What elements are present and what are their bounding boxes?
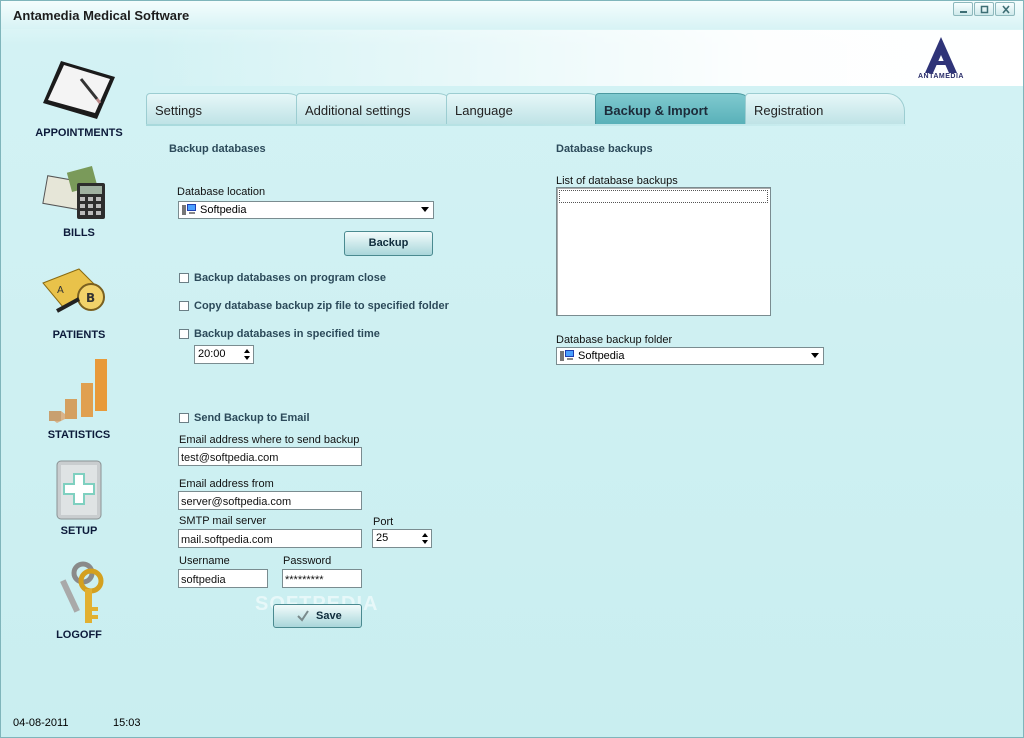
settings-tabs: Settings Additional settings Language Ba…: [146, 93, 926, 127]
sidebar-item-label: BILLS: [63, 227, 95, 239]
checkbox-box[interactable]: [179, 329, 189, 339]
spin-down-icon[interactable]: [422, 540, 428, 544]
spin-up-icon[interactable]: [422, 533, 428, 537]
sidebar: APPOINTMENTS BILLS A B PATIENTS STATISTI…: [9, 41, 149, 681]
header-band: [146, 30, 1023, 86]
db-location-select[interactable]: Softpedia: [178, 201, 434, 219]
backup-folder-value: Softpedia: [578, 350, 625, 362]
copy-zip-checkbox[interactable]: Copy database backup zip file to specifi…: [179, 300, 449, 312]
sidebar-item-appointments[interactable]: APPOINTMENTS: [9, 55, 149, 145]
backup-time-spinner[interactable]: 20:00: [194, 345, 254, 364]
backup-button[interactable]: Backup: [344, 231, 433, 256]
sidebar-item-logoff[interactable]: LOGOFF: [9, 559, 149, 649]
db-backups-section-title: Database backups: [556, 143, 653, 155]
maximize-icon: [980, 5, 989, 14]
spin-down-icon[interactable]: [244, 356, 250, 360]
port-label: Port: [373, 516, 394, 528]
backup-list[interactable]: [556, 187, 771, 316]
clipboard-pen-icon: [43, 61, 115, 119]
status-date: 04-08-2011: [13, 717, 69, 729]
maximize-button[interactable]: [974, 2, 994, 16]
list-focus-row[interactable]: [559, 190, 768, 203]
spin-up-icon[interactable]: [244, 349, 250, 353]
checkbox-box[interactable]: [179, 301, 189, 311]
status-bar: 04-08-2011 15:03: [1, 713, 1023, 737]
db-location-value: Softpedia: [200, 204, 247, 216]
password-input[interactable]: [282, 569, 362, 588]
sidebar-item-label: APPOINTMENTS: [35, 127, 123, 139]
medical-cabinet-icon: [56, 460, 102, 520]
username-input[interactable]: [178, 569, 268, 588]
backup-folder-select[interactable]: Softpedia: [556, 347, 824, 365]
status-time: 15:03: [113, 717, 141, 729]
sidebar-item-label: PATIENTS: [52, 329, 106, 341]
checkbox-box[interactable]: [179, 413, 189, 423]
port-value: 25: [376, 532, 389, 544]
checkbox-label: Copy database backup zip file to specifi…: [194, 300, 449, 312]
sidebar-item-statistics[interactable]: STATISTICS: [9, 359, 149, 449]
app-title: Antamedia Medical Software: [13, 8, 190, 23]
sidebar-item-setup[interactable]: SETUP: [9, 459, 149, 545]
title-bar: Antamedia Medical Software: [1, 1, 1023, 29]
sidebar-item-bills[interactable]: BILLS: [9, 165, 149, 245]
chevron-down-icon: [811, 353, 819, 358]
tab-settings[interactable]: Settings: [146, 93, 306, 124]
backup-folder-label: Database backup folder: [556, 334, 673, 346]
save-button-label: Save: [316, 610, 342, 622]
checkmark-icon: [297, 610, 309, 622]
patient-folders-magnifier-icon: A B: [42, 268, 105, 313]
tab-language[interactable]: Language: [446, 93, 606, 124]
close-icon: [1002, 5, 1010, 14]
email-to-label: Email address where to send backup: [179, 434, 360, 446]
password-label: Password: [283, 555, 332, 567]
smtp-label: SMTP mail server: [179, 515, 267, 527]
antamedia-logo: ANTAMEDIA: [911, 35, 971, 85]
minimize-button[interactable]: [953, 2, 973, 16]
svg-text:A: A: [57, 285, 64, 296]
svg-text:B: B: [86, 291, 95, 305]
tab-registration[interactable]: Registration: [745, 93, 905, 124]
backup-section-title: Backup databases: [169, 143, 266, 155]
checkbox-box[interactable]: [179, 273, 189, 283]
checkbox-label: Backup databases in specified time: [194, 328, 380, 340]
sidebar-item-label: SETUP: [60, 525, 98, 537]
minimize-icon: [960, 11, 967, 13]
backup-list-label: List of database backups: [556, 175, 678, 187]
send-backup-email-checkbox[interactable]: Send Backup to Email: [179, 412, 310, 424]
smtp-input[interactable]: [178, 529, 362, 548]
logo-triangle-icon: [925, 37, 957, 73]
tab-backup-import[interactable]: Backup & Import: [595, 93, 755, 125]
app-window: Antamedia Medical Software ANTAMEDIA APP…: [0, 0, 1024, 738]
close-button[interactable]: [995, 2, 1015, 16]
sidebar-item-patients[interactable]: A B PATIENTS: [9, 263, 149, 347]
keys-icon: [60, 561, 104, 623]
tab-additional-settings[interactable]: Additional settings: [296, 93, 456, 124]
sidebar-item-label: STATISTICS: [47, 429, 111, 441]
computer-icon: [560, 350, 574, 361]
chevron-down-icon: [421, 207, 429, 212]
email-from-input[interactable]: [178, 491, 362, 510]
email-from-label: Email address from: [179, 478, 274, 490]
save-button[interactable]: Save: [273, 604, 362, 628]
bills-calculator-icon: [42, 165, 105, 219]
computer-icon: [182, 204, 196, 215]
logo-text: ANTAMEDIA: [918, 73, 964, 80]
db-location-label: Database location: [177, 186, 266, 198]
window-controls: [953, 2, 1015, 16]
port-spinner[interactable]: 25: [372, 529, 432, 548]
checkbox-label: Backup databases on program close: [194, 272, 386, 284]
checkbox-label: Send Backup to Email: [194, 412, 310, 424]
backup-specified-time-checkbox[interactable]: Backup databases in specified time: [179, 328, 380, 340]
sidebar-item-label: LOGOFF: [56, 629, 102, 641]
email-to-input[interactable]: [178, 447, 362, 466]
username-label: Username: [179, 555, 230, 567]
backup-on-close-checkbox[interactable]: Backup databases on program close: [179, 272, 386, 284]
tab-divider: [146, 124, 906, 126]
bar-chart-icon: [49, 359, 107, 423]
backup-time-value: 20:00: [198, 348, 226, 360]
